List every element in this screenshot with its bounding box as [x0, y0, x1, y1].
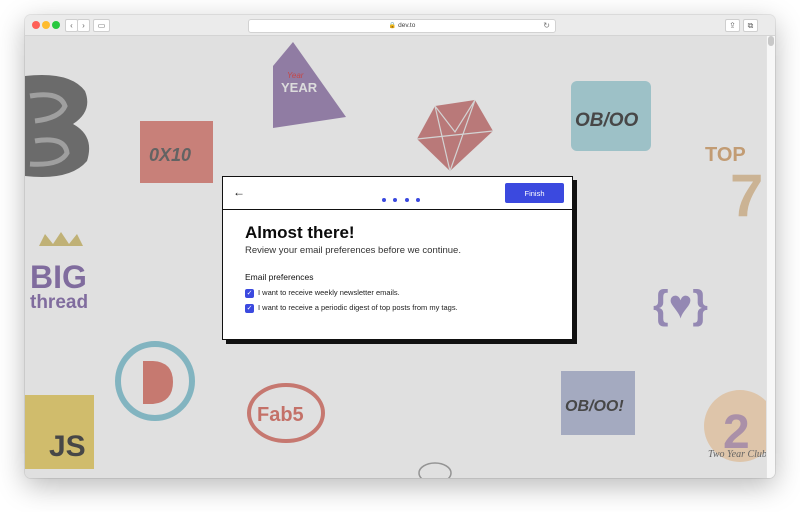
- close-window-button[interactable]: [32, 21, 40, 29]
- checkmark-icon: ✓: [246, 304, 253, 312]
- page-content: YEAR Year 0X10 OB/OO TOP 7 BIG thread {♥…: [25, 36, 767, 478]
- newsletter-checkbox-row[interactable]: ✓ I want to receive weekly newsletter em…: [245, 288, 565, 298]
- scrollbar-thumb[interactable]: [768, 36, 774, 46]
- newsletter-checkbox[interactable]: ✓: [245, 288, 254, 298]
- chevron-right-icon: ›: [82, 21, 85, 30]
- progress-dot: [404, 198, 409, 202]
- sidebar-icon: ▭: [97, 21, 106, 30]
- tab-overview-button[interactable]: ⧉: [743, 19, 758, 32]
- address-bar[interactable]: 🔒 dev.to ↻: [248, 19, 556, 33]
- zoom-window-button[interactable]: [52, 21, 60, 29]
- address-text: dev.to: [398, 22, 416, 29]
- modal-title: Almost there!: [245, 223, 355, 242]
- sidebar-toggle-button[interactable]: ▭: [93, 19, 110, 32]
- progress-dots: [382, 189, 423, 207]
- minimize-window-button[interactable]: [42, 21, 50, 29]
- onboarding-modal: ← Finish Almost there! Review your email…: [222, 176, 573, 340]
- newsletter-checkbox-label: I want to receive weekly newsletter emai…: [258, 288, 400, 297]
- forward-button[interactable]: ›: [77, 19, 90, 32]
- email-preferences-heading: Email preferences: [245, 272, 314, 282]
- tabs-icon: ⧉: [747, 21, 754, 30]
- browser-window: ‹ › ▭ 🔒 dev.to ↻ ⇪ ⧉ YEAR Year 0X10 OB/O…: [25, 15, 775, 478]
- modal-subtitle: Review your email preferences before we …: [245, 245, 461, 256]
- digest-checkbox-row[interactable]: ✓ I want to receive a periodic digest of…: [245, 303, 565, 313]
- reload-icon[interactable]: ↻: [543, 20, 550, 32]
- modal-body: Almost there! Review your email preferen…: [245, 223, 565, 313]
- chevron-left-icon: ‹: [70, 21, 73, 30]
- arrow-left-icon[interactable]: ←: [233, 184, 245, 200]
- checkmark-icon: ✓: [246, 289, 253, 297]
- lock-icon: 🔒: [388, 23, 397, 29]
- progress-dot: [393, 198, 398, 202]
- progress-dot: [416, 198, 421, 202]
- modal-header: ← Finish: [223, 177, 572, 210]
- digest-checkbox[interactable]: ✓: [245, 303, 254, 313]
- page-scrollbar[interactable]: [766, 36, 775, 478]
- progress-dot: [382, 198, 386, 202]
- share-icon: ⇪: [729, 21, 736, 30]
- finish-button[interactable]: Finish: [505, 183, 564, 203]
- browser-toolbar: ‹ › ▭ 🔒 dev.to ↻ ⇪ ⧉: [25, 15, 775, 36]
- digest-checkbox-label: I want to receive a periodic digest of t…: [258, 303, 458, 312]
- share-button[interactable]: ⇪: [725, 19, 740, 32]
